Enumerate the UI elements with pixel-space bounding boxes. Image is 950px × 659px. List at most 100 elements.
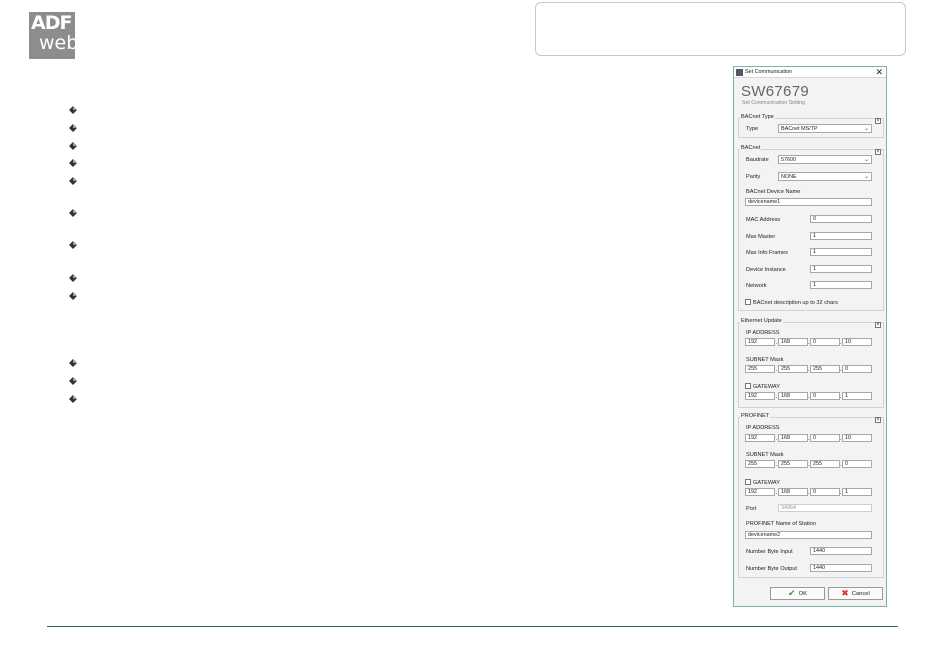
collapse-icon[interactable]: ×: [875, 417, 881, 423]
profinet-gateway-checkbox[interactable]: [745, 479, 751, 485]
dialog-subtitle: Set Communication Setting: [742, 100, 805, 106]
profinet-ip-label: IP ADDRESS: [746, 425, 780, 431]
ethernet-gateway-checkbox[interactable]: [745, 383, 751, 389]
profinet-mask-octet-2[interactable]: 255: [778, 460, 808, 468]
product-code: SW67679: [741, 83, 809, 100]
profinet-mask-label: SUBNET Mask: [746, 452, 784, 458]
bullet-icon: [69, 359, 77, 367]
header-box: [535, 2, 906, 56]
chevron-down-icon: ⌄: [863, 126, 869, 132]
profinet-group-title: PROFINET: [740, 413, 771, 419]
device-instance-label: Device Instance: [746, 267, 786, 273]
collapse-icon[interactable]: ×: [875, 118, 881, 124]
port-label: Port: [746, 506, 757, 512]
profinet-mask-octet-3[interactable]: 255: [810, 460, 840, 468]
bullet-icon: [69, 274, 77, 282]
app-icon: [736, 69, 743, 76]
dialog-titlebar: Set Communication ✕: [734, 67, 886, 78]
bullet-icon: [69, 106, 77, 114]
ethernet-mask-label: SUBNET Mask: [746, 357, 784, 363]
adfweb-logo: ADF web: [29, 12, 79, 59]
cancel-x-icon: ✖: [841, 588, 849, 598]
profinet-gateway-octet-2[interactable]: 168: [778, 488, 808, 496]
parity-label: Parity: [746, 174, 761, 180]
mac-address-label: MAC Address: [746, 217, 781, 223]
ethernet-ip-octet-2[interactable]: 168: [778, 338, 808, 346]
checkmark-icon: ✔: [788, 588, 796, 598]
ethernet-ip-octet-4[interactable]: 10: [842, 338, 872, 346]
baudrate-select[interactable]: 57600 ⌄: [778, 155, 872, 164]
ethernet-ip-label: IP ADDRESS: [746, 330, 780, 336]
station-name-input[interactable]: devicename2: [745, 531, 872, 539]
type-select[interactable]: BACnet MS/TP ⌄: [778, 124, 872, 133]
byte-input-label: Number Byte Input: [746, 549, 793, 555]
profinet-gateway-octet-3[interactable]: 0: [810, 488, 840, 496]
ethernet-gateway-octet-3[interactable]: 0: [810, 392, 840, 400]
port-input: 34964: [778, 504, 872, 512]
profinet-ip-octet-4[interactable]: 10: [842, 434, 872, 442]
bullet-icon: [69, 292, 77, 300]
profinet-gateway-octet-4[interactable]: 1: [842, 488, 872, 496]
byte-output-input[interactable]: 1440: [810, 564, 872, 572]
chevron-down-icon: ⌄: [863, 157, 869, 163]
bullet-icon: [69, 241, 77, 249]
max-master-label: Max Master: [746, 234, 776, 240]
ethernet-gateway-octet-2[interactable]: 168: [778, 392, 808, 400]
bacnet-group-title: BACnet: [740, 145, 762, 151]
station-name-label: PROFINET Name of Station: [746, 521, 816, 527]
mac-address-input[interactable]: 0: [810, 215, 872, 223]
byte-input-input[interactable]: 1440: [810, 547, 872, 555]
bullet-icon: [69, 377, 77, 385]
ethernet-gateway-octet-4[interactable]: 1: [842, 392, 872, 400]
max-info-frames-input[interactable]: 1: [810, 248, 872, 256]
ethernet-gateway-label: GATEWAY: [753, 384, 780, 390]
bullet-icon: [69, 177, 77, 185]
bullet-icon: [69, 124, 77, 132]
ethernet-update-group-title: Ethernet Update: [740, 318, 783, 324]
byte-output-label: Number Byte Output: [746, 566, 797, 572]
baudrate-label: Baudrate: [746, 157, 769, 163]
network-label: Network: [746, 283, 767, 289]
ok-button-label: OK: [798, 591, 807, 598]
ethernet-gateway-octet-1[interactable]: 192: [745, 392, 775, 400]
logo-text-adf: ADF: [31, 12, 72, 34]
ethernet-mask-octet-1[interactable]: 255: [745, 365, 775, 373]
cancel-button[interactable]: ✖ Cancel: [828, 587, 883, 600]
profinet-ip-octet-1[interactable]: 192: [745, 434, 775, 442]
collapse-icon[interactable]: ×: [875, 322, 881, 328]
type-value: BACnet MS/TP: [781, 126, 818, 132]
ok-button[interactable]: ✔ OK: [770, 587, 825, 600]
cancel-button-label: Cancel: [851, 591, 870, 598]
baudrate-value: 57600: [781, 157, 796, 163]
dialog-title: Set Communication: [745, 69, 793, 75]
set-communication-dialog: Set Communication ✕ SW67679 Set Communic…: [733, 66, 887, 607]
ethernet-mask-octet-4[interactable]: 0: [842, 365, 872, 373]
ethernet-ip-octet-1[interactable]: 192: [745, 338, 775, 346]
parity-select[interactable]: NONE ⌄: [778, 172, 872, 181]
profinet-ip-octet-3[interactable]: 0: [810, 434, 840, 442]
ethernet-mask-octet-3[interactable]: 255: [810, 365, 840, 373]
bullet-icon: [69, 395, 77, 403]
bacnet-description-checkbox[interactable]: [745, 299, 751, 305]
device-name-label: BACnet Device Name: [746, 189, 801, 195]
network-input[interactable]: 1: [810, 281, 872, 289]
close-icon[interactable]: ✕: [875, 67, 883, 77]
profinet-gateway-label: GATEWAY: [753, 480, 780, 486]
device-name-input[interactable]: devicename1: [745, 198, 872, 206]
logo-text-web: web: [39, 32, 79, 54]
profinet-mask-octet-4[interactable]: 0: [842, 460, 872, 468]
bacnet-description-label: BACnet description up to 32 chars: [753, 300, 838, 306]
profinet-mask-octet-1[interactable]: 255: [745, 460, 775, 468]
device-instance-input[interactable]: 1: [810, 265, 872, 273]
bullet-icon: [69, 209, 77, 217]
max-info-frames-label: Max Info Frames: [746, 250, 788, 256]
chevron-down-icon: ⌄: [863, 174, 869, 180]
ethernet-ip-octet-3[interactable]: 0: [810, 338, 840, 346]
ethernet-mask-octet-2[interactable]: 255: [778, 365, 808, 373]
max-master-input[interactable]: 1: [810, 232, 872, 240]
bacnet-type-group-title: BACnet Type: [740, 114, 775, 120]
bullet-icon: [69, 142, 77, 150]
collapse-icon[interactable]: ×: [875, 149, 881, 155]
profinet-ip-octet-2[interactable]: 168: [778, 434, 808, 442]
profinet-gateway-octet-1[interactable]: 192: [745, 488, 775, 496]
